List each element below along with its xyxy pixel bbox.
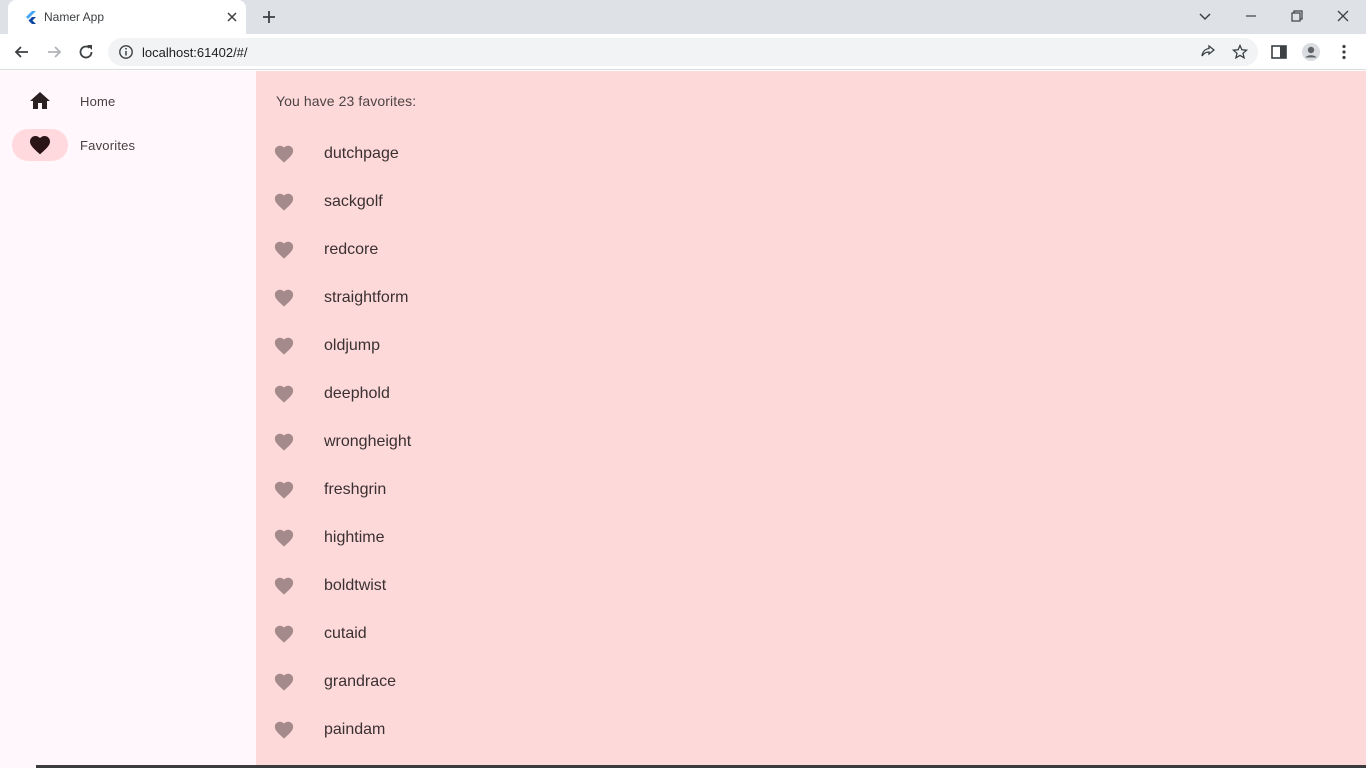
browser-tab[interactable]: Namer App (8, 0, 246, 34)
list-item[interactable]: redcore (256, 226, 1366, 274)
list-item[interactable]: cutaid (256, 610, 1366, 658)
side-panel-icon[interactable] (1269, 42, 1289, 62)
list-item[interactable]: deephold (256, 370, 1366, 418)
favorite-name: hightime (324, 529, 385, 546)
list-item[interactable]: sackgolf (256, 178, 1366, 226)
list-item[interactable]: paindam (256, 706, 1366, 754)
browser-tabstrip: Namer App (0, 0, 1366, 34)
share-icon[interactable] (1200, 44, 1216, 60)
info-icon[interactable] (118, 44, 134, 60)
heart-icon (274, 385, 294, 403)
heart-icon (274, 433, 294, 451)
heart-icon (274, 721, 294, 739)
more-menu-icon[interactable] (1334, 42, 1354, 62)
rail-item-home[interactable]: Home (0, 85, 256, 129)
favorites-list: dutchpage sackgolf redcore straightform oldj… (256, 130, 1366, 754)
heart-icon (274, 337, 294, 355)
favorite-name: cutaid (324, 625, 367, 642)
favorite-name: oldjump (324, 337, 381, 354)
restore-icon[interactable] (1287, 6, 1307, 26)
close-tab-icon[interactable] (224, 9, 240, 25)
profile-avatar-icon[interactable] (1301, 42, 1321, 62)
favorites-page: You have 23 favorites: dutchpage sackgolf… (256, 71, 1366, 768)
browser-toolbar: localhost:61402/#/ (0, 34, 1366, 70)
list-item[interactable]: straightform (256, 274, 1366, 322)
list-item[interactable]: hightime (256, 514, 1366, 562)
rail-label-favorites: Favorites (80, 138, 136, 153)
heart-icon (274, 193, 294, 211)
minimize-icon[interactable] (1241, 6, 1261, 26)
favorite-name: deephold (324, 385, 390, 402)
tab-title: Namer App (44, 10, 105, 24)
favorite-name: wrongheight (324, 433, 412, 450)
heart-icon (274, 481, 294, 499)
back-icon[interactable] (12, 42, 32, 62)
favorite-name: freshgrin (324, 481, 387, 498)
favorite-name: straightform (324, 289, 409, 306)
favorite-name: grandrace (324, 673, 397, 690)
list-item[interactable]: freshgrin (256, 466, 1366, 514)
close-window-icon[interactable] (1333, 6, 1353, 26)
favorites-count-heading: You have 23 favorites: (276, 93, 417, 109)
url-text: localhost:61402/#/ (142, 45, 248, 60)
heart-icon (274, 289, 294, 307)
app-root: Home Favorites You have 23 favorites: du… (0, 71, 1366, 768)
heart-icon (30, 136, 50, 155)
favorite-name: paindam (324, 721, 386, 738)
navigation-rail: Home Favorites (0, 71, 256, 768)
flutter-icon (26, 11, 36, 24)
forward-icon[interactable] (44, 42, 64, 62)
bookmark-star-icon[interactable] (1232, 44, 1248, 60)
list-item[interactable]: wrongheight (256, 418, 1366, 466)
heart-icon (274, 673, 294, 691)
list-item[interactable]: boldtwist (256, 562, 1366, 610)
heart-icon (274, 145, 294, 163)
heart-icon (274, 577, 294, 595)
home-icon (30, 92, 50, 109)
address-bar[interactable]: localhost:61402/#/ (108, 38, 1258, 66)
heart-icon (274, 241, 294, 259)
heart-icon (274, 529, 294, 547)
new-tab-icon[interactable] (260, 8, 278, 26)
favorite-name: boldtwist (324, 577, 387, 594)
favorite-name: sackgolf (324, 193, 383, 210)
list-item[interactable]: grandrace (256, 658, 1366, 706)
heart-icon (274, 625, 294, 643)
favorite-name: redcore (324, 241, 379, 258)
tab-search-icon[interactable] (1195, 6, 1215, 26)
list-item[interactable]: oldjump (256, 322, 1366, 370)
rail-item-favorites[interactable]: Favorites (0, 129, 256, 173)
rail-label-home: Home (80, 94, 116, 109)
reload-icon[interactable] (76, 42, 96, 62)
list-item[interactable]: dutchpage (256, 130, 1366, 178)
favorite-name: dutchpage (324, 145, 399, 162)
